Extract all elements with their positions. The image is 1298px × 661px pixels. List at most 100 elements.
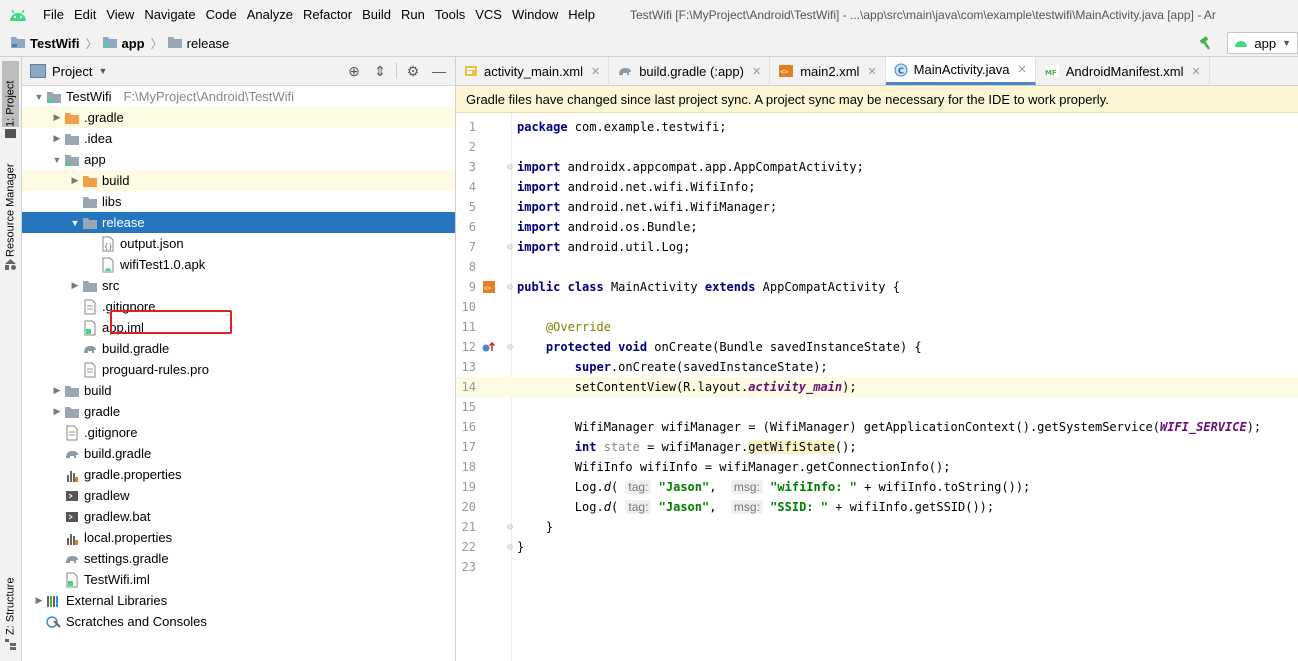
fold-marker-icon[interactable]: ⊖	[507, 522, 513, 533]
tree-row[interactable]: ▶ .idea	[22, 128, 455, 149]
close-tab-icon[interactable]: ✕	[752, 65, 761, 78]
menu-analyze[interactable]: Analyze	[242, 0, 298, 30]
fold-marker-icon[interactable]: ⊖	[507, 162, 513, 173]
close-tab-icon[interactable]: ✕	[867, 65, 876, 78]
menu-code[interactable]: Code	[201, 0, 242, 30]
menu-vcs[interactable]: VCS	[470, 0, 507, 30]
code-line[interactable]: 14 setContentView(R.layout.activity_main…	[456, 377, 1298, 397]
menu-edit[interactable]: Edit	[69, 0, 101, 30]
collapse-arrow-icon[interactable]: ▶	[32, 595, 46, 606]
tree-row[interactable]: settings.gradle	[22, 548, 455, 569]
tree-row[interactable]: {} output.json	[22, 233, 455, 254]
hammer-build-icon[interactable]	[1195, 32, 1217, 54]
expand-arrow-icon[interactable]: ▼	[50, 155, 64, 165]
collapse-arrow-icon[interactable]: ▶	[50, 385, 64, 396]
tool-tab-resource-manager[interactable]: Resource Manager	[2, 153, 19, 257]
code-line[interactable]: 6 import android.os.Bundle;	[456, 217, 1298, 237]
editor-tab[interactable]: build.gradle (:app) ✕	[609, 57, 771, 85]
breadcrumb-release[interactable]: release	[167, 35, 229, 52]
tool-tab-project[interactable]: 1: Project	[2, 61, 19, 127]
code-line[interactable]: 17 int state = wifiManager.getWifiState(…	[456, 437, 1298, 457]
tree-row[interactable]: wifiTest1.0.apk	[22, 254, 455, 275]
tree-row[interactable]: ▶ External Libraries	[22, 590, 455, 611]
tree-row[interactable]: ▶ src	[22, 275, 455, 296]
code-line[interactable]: 20 Log.d( tag: "Jason", msg: "SSID: " + …	[456, 497, 1298, 517]
tree-row[interactable]: ▼ release	[22, 212, 455, 233]
code-editor[interactable]: 1 package com.example.testwifi; 2 3 ⊖ import …	[456, 113, 1298, 661]
code-line[interactable]: 10	[456, 297, 1298, 317]
code-line[interactable]: 15	[456, 397, 1298, 417]
code-line[interactable]: 3 ⊖ import androidx.appcompat.app.AppCompa…	[456, 157, 1298, 177]
collapse-arrow-icon[interactable]: ▶	[68, 280, 82, 291]
code-line[interactable]: 7 ⊖ import android.util.Log;	[456, 237, 1298, 257]
code-line[interactable]: 9 <> ⊖ public class MainActivity extends Ap…	[456, 277, 1298, 297]
code-line[interactable]: 12 ⊖ protected void onCreate(Bundle saved…	[456, 337, 1298, 357]
menu-refactor[interactable]: Refactor	[298, 0, 357, 30]
tree-row[interactable]: proguard-rules.pro	[22, 359, 455, 380]
tool-tab-structure[interactable]: Z: Structure	[2, 565, 19, 635]
menu-navigate[interactable]: Navigate	[139, 0, 200, 30]
hide-panel-icon[interactable]: —	[429, 61, 449, 81]
tree-row[interactable]: gradlew.bat	[22, 506, 455, 527]
project-view-selector[interactable]: Project	[52, 64, 92, 79]
tree-row[interactable]: ▼ app	[22, 149, 455, 170]
collapse-arrow-icon[interactable]: ▶	[50, 133, 64, 144]
tree-row[interactable]: gradlew	[22, 485, 455, 506]
breadcrumb-app[interactable]: app 〉	[102, 35, 163, 52]
tree-row[interactable]: ▶ gradle	[22, 401, 455, 422]
breadcrumb-project[interactable]: TestWifi 〉	[10, 35, 98, 52]
tree-row[interactable]: ▶ .gradle	[22, 107, 455, 128]
fold-marker-icon[interactable]: ⊖	[507, 342, 513, 353]
code-line[interactable]: 16 WifiManager wifiManager = (WifiManage…	[456, 417, 1298, 437]
expand-arrow-icon[interactable]: ▼	[32, 92, 46, 102]
close-tab-icon[interactable]: ✕	[1192, 65, 1201, 78]
tree-row[interactable]: app.iml	[22, 317, 455, 338]
collapse-arrow-icon[interactable]: ▶	[50, 406, 64, 417]
tree-row[interactable]: libs	[22, 191, 455, 212]
locate-target-icon[interactable]: ⊕	[344, 61, 364, 81]
tree-row[interactable]: build.gradle	[22, 338, 455, 359]
editor-tab[interactable]: activity_main.xml ✕	[456, 57, 610, 85]
chevron-down-icon[interactable]: ▼	[98, 66, 107, 76]
editor-tab[interactable]: <> main2.xml ✕	[770, 57, 886, 85]
override-method-icon[interactable]	[482, 340, 496, 354]
close-tab-icon[interactable]: ✕	[1018, 63, 1027, 76]
tree-row[interactable]: .gitignore	[22, 296, 455, 317]
tree-row[interactable]: gradle.properties	[22, 464, 455, 485]
code-line[interactable]: 1 package com.example.testwifi;	[456, 117, 1298, 137]
tree-row[interactable]: .gitignore	[22, 422, 455, 443]
tree-row[interactable]: TestWifi.iml	[22, 569, 455, 590]
tree-row[interactable]: build.gradle	[22, 443, 455, 464]
code-line[interactable]: 18 WifiInfo wifiInfo = wifiManager.getCo…	[456, 457, 1298, 477]
collapse-all-icon[interactable]: ⇕	[370, 61, 390, 81]
code-line[interactable]: 4 import android.net.wifi.WifiInfo;	[456, 177, 1298, 197]
menu-file[interactable]: File	[38, 0, 69, 30]
menu-window[interactable]: Window	[507, 0, 563, 30]
code-line[interactable]: 11 @Override	[456, 317, 1298, 337]
code-line[interactable]: 21 ⊖ }	[456, 517, 1298, 537]
tree-row[interactable]: ▶ build	[22, 380, 455, 401]
tree-row[interactable]: ▶ build	[22, 170, 455, 191]
tree-row[interactable]: ▼ TestWifi F:\MyProject\Android\TestWifi	[22, 86, 455, 107]
activity-gutter-icon[interactable]: <>	[482, 280, 496, 294]
run-configuration-dropdown[interactable]: app ▼	[1227, 32, 1298, 54]
close-tab-icon[interactable]: ✕	[591, 65, 600, 78]
menu-help[interactable]: Help	[563, 0, 600, 30]
editor-tab[interactable]: C MainActivity.java ✕	[885, 57, 1036, 85]
code-line[interactable]: 13 super.onCreate(savedInstanceState);	[456, 357, 1298, 377]
tree-row[interactable]: local.properties	[22, 527, 455, 548]
menu-view[interactable]: View	[101, 0, 139, 30]
menu-tools[interactable]: Tools	[430, 0, 470, 30]
editor-tab[interactable]: MF AndroidManifest.xml ✕	[1036, 57, 1210, 85]
menu-run[interactable]: Run	[396, 0, 430, 30]
fold-marker-icon[interactable]: ⊖	[507, 542, 513, 553]
code-line[interactable]: 19 Log.d( tag: "Jason", msg: "wifiInfo: …	[456, 477, 1298, 497]
fold-marker-icon[interactable]: ⊖	[507, 282, 513, 293]
tree-row[interactable]: Scratches and Consoles	[22, 611, 455, 632]
gear-icon[interactable]: ⚙	[403, 61, 423, 81]
code-line[interactable]: 2	[456, 137, 1298, 157]
code-line[interactable]: 22 ⊖}	[456, 537, 1298, 557]
code-line[interactable]: 8	[456, 257, 1298, 277]
collapse-arrow-icon[interactable]: ▶	[50, 112, 64, 123]
collapse-arrow-icon[interactable]: ▶	[68, 175, 82, 186]
